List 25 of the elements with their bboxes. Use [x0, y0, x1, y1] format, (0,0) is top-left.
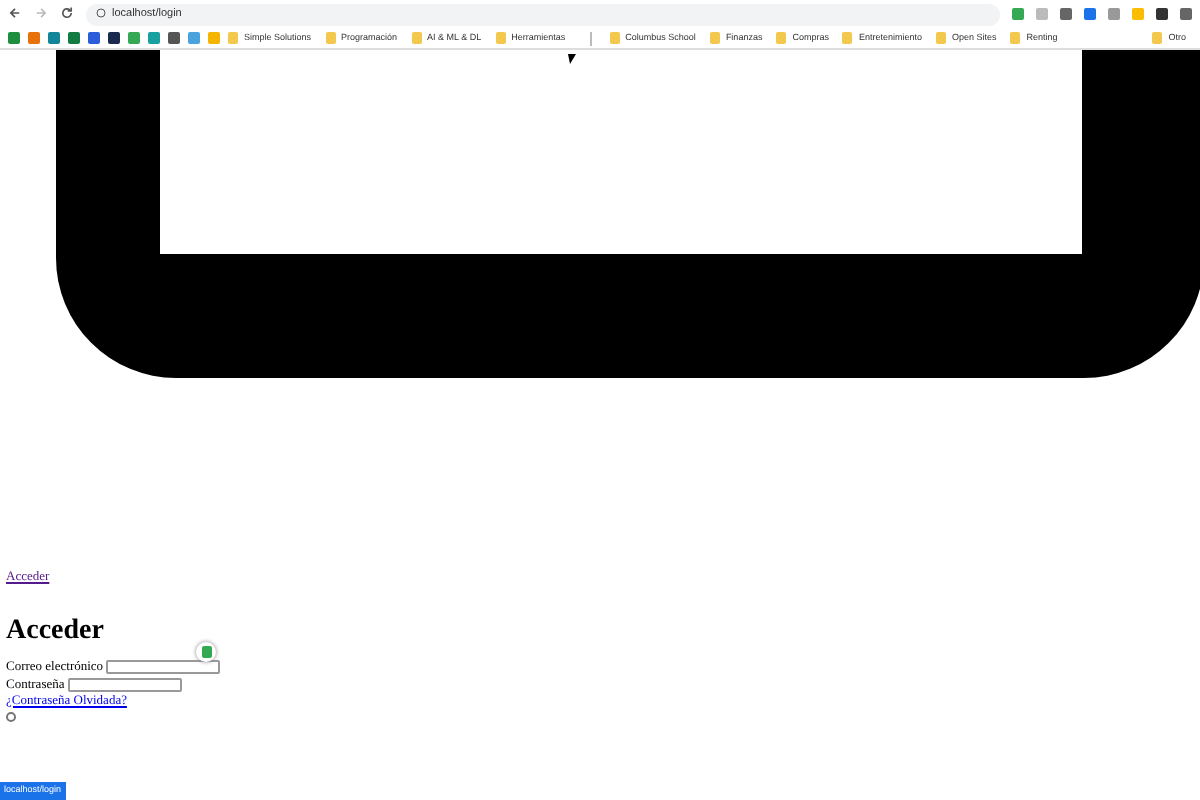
forward-icon[interactable]	[34, 6, 48, 22]
folder-icon	[842, 32, 853, 44]
folder-icon	[936, 32, 946, 44]
site-favicon-icon[interactable]	[88, 32, 100, 44]
info-icon	[96, 5, 106, 23]
reload-icon[interactable]	[60, 6, 74, 22]
folder-icon	[1152, 32, 1163, 44]
site-favicon-icon[interactable]	[108, 32, 120, 44]
input-field[interactable]	[106, 659, 221, 674]
folder-icon	[495, 32, 506, 44]
folder-icon	[228, 32, 238, 44]
cursor-icon	[568, 54, 576, 64]
folder-icon	[609, 32, 620, 44]
site-favicon-icon[interactable]	[68, 32, 80, 44]
back-icon[interactable]	[8, 6, 22, 22]
input-field[interactable]	[67, 677, 182, 692]
folder-icon	[1010, 32, 1021, 44]
page-heading: Acceder	[6, 615, 106, 650]
password-manager-icon[interactable]	[196, 642, 216, 662]
site-favicon-icon[interactable]	[168, 32, 180, 44]
folder-icon	[776, 32, 787, 44]
remember-checkbox[interactable]	[6, 711, 16, 722]
folder-icon	[325, 32, 336, 44]
folder-icon	[709, 32, 720, 44]
folder-icon	[411, 32, 422, 44]
